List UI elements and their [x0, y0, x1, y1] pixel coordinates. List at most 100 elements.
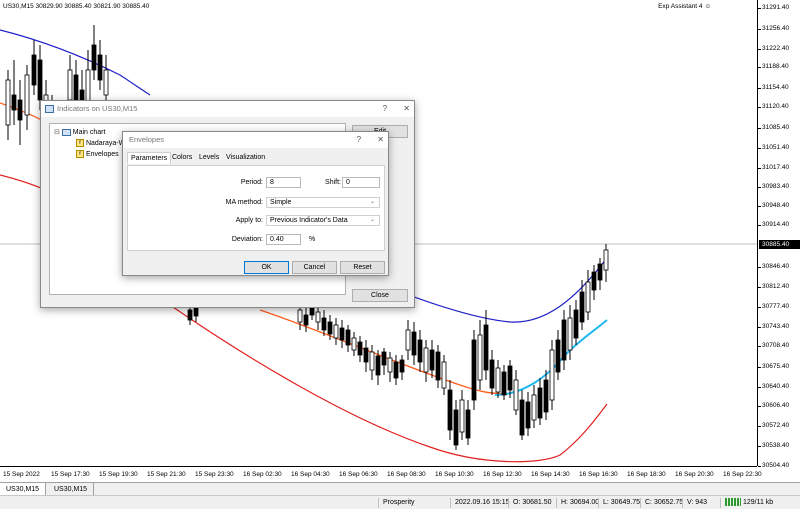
candle — [11, 60, 17, 125]
candle — [585, 270, 591, 320]
price-label: 31256.40 — [762, 25, 790, 32]
tab-colors[interactable]: Colors — [169, 152, 195, 163]
envelopes-dialog-title: Envelopes — [129, 135, 165, 144]
expert-advisor-label: Exp Assistant 4 ☺ — [658, 3, 711, 10]
candle — [357, 336, 363, 362]
price-label: 30640.40 — [762, 383, 790, 390]
candle — [471, 330, 477, 410]
time-label: 15 Sep 23:30 — [195, 471, 234, 478]
candle — [435, 345, 441, 388]
candle — [31, 40, 37, 95]
candle — [549, 340, 555, 410]
expert-name: Exp Assistant 4 — [658, 3, 703, 10]
price-label: 31188.40 — [762, 63, 789, 70]
candle — [103, 55, 109, 105]
candle — [573, 300, 579, 345]
close-icon[interactable]: ✕ — [403, 101, 410, 117]
time-axis[interactable]: 15 Sep 2022 15 Sep 17:30 15 Sep 19:30 15 Se… — [0, 466, 762, 482]
status-profile[interactable]: Prosperity — [378, 498, 415, 508]
traffic-value: 129/11 kb — [742, 499, 774, 506]
cancel-button[interactable]: Cancel — [292, 261, 337, 274]
reset-button[interactable]: Reset — [340, 261, 385, 274]
envelopes-tab-bar: Parameters Colors Levels Visualization — [127, 152, 385, 165]
apply-to-value: Previous Indicator's Data — [270, 217, 348, 224]
candle — [429, 340, 435, 378]
tree-root[interactable]: ⊟ Main chart — [54, 128, 105, 136]
chevron-down-icon: ⌄ — [369, 199, 375, 205]
candle — [501, 365, 507, 400]
tab-visualization[interactable]: Visualization — [223, 152, 268, 163]
price-label: 31120.40 — [762, 103, 789, 110]
candle — [477, 320, 483, 390]
tab-parameters[interactable]: Parameters — [127, 152, 172, 164]
status-traffic: 129/11 kb — [720, 498, 800, 508]
tree-item-label: Nadaraya-W — [85, 139, 126, 147]
collapse-icon[interactable]: ⊟ — [54, 129, 60, 136]
indicators-dialog-title-bar[interactable]: Indicators on US30,M15 ? ✕ — [41, 101, 414, 117]
time-label: 16 Sep 08:30 — [387, 471, 426, 478]
ma-method-select[interactable]: Simple ⌄ — [266, 197, 380, 208]
envelopes-dialog: Envelopes ? ✕ Parameters Colors Levels V… — [122, 131, 389, 276]
price-label: 31085.40 — [762, 124, 790, 131]
envelopes-dialog-title-bar[interactable]: Envelopes ? ✕ — [123, 132, 388, 148]
close-icon[interactable]: ✕ — [377, 132, 384, 148]
candle — [591, 265, 597, 300]
custom-indicator-icon: f — [76, 139, 84, 147]
close-button[interactable]: Close — [352, 289, 408, 302]
price-tick — [758, 88, 761, 89]
tab-levels[interactable]: Levels — [196, 152, 222, 163]
candle — [339, 320, 345, 348]
candle — [603, 244, 609, 282]
price-tick — [758, 446, 761, 447]
time-label: 16 Sep 10:30 — [435, 471, 474, 478]
candle — [315, 305, 321, 330]
candle — [369, 345, 375, 380]
price-label: 30983.40 — [762, 183, 790, 190]
period-label: Period: — [240, 179, 263, 186]
price-tick — [758, 148, 761, 149]
price-label: 30504.40 — [762, 462, 790, 469]
candle — [561, 310, 567, 370]
deviation-input[interactable]: 0.40 — [266, 234, 301, 245]
candle — [393, 355, 399, 385]
candle — [513, 370, 519, 415]
period-input[interactable]: 8 — [266, 177, 301, 188]
candle — [453, 400, 459, 450]
indicators-window-icon — [45, 105, 54, 113]
indicators-dialog-title: Indicators on US30,M15 — [57, 104, 138, 113]
price-axis[interactable]: 31291.40 31256.40 31222.40 31188.40 31154.40… — [757, 0, 800, 469]
time-label: 16 Sep 22:30 — [723, 471, 762, 478]
deviation-label: Deviation: — [231, 236, 263, 243]
candle — [555, 330, 561, 380]
candle — [423, 340, 429, 382]
status-open: O: 30681.50 — [508, 498, 552, 508]
ok-button[interactable]: OK — [244, 261, 289, 274]
price-tick — [758, 367, 761, 368]
time-label: 15 Sep 21:30 — [147, 471, 186, 478]
candle — [495, 360, 501, 398]
help-button[interactable]: ? — [357, 132, 361, 148]
candle — [441, 355, 447, 395]
candle — [579, 280, 585, 330]
price-tick — [758, 287, 761, 288]
price-label: 31154.40 — [762, 84, 789, 91]
price-tick — [758, 168, 761, 169]
chart-header: US30,M15 30829.90 30885.40 30821.90 3088… — [3, 3, 150, 10]
chevron-down-icon: ⌄ — [369, 217, 375, 223]
shift-input[interactable]: 0 — [342, 177, 380, 188]
candle — [465, 400, 471, 445]
candle — [24, 65, 30, 130]
apply-to-select[interactable]: Previous Indicator's Data ⌄ — [266, 215, 380, 226]
time-label: 15 Sep 2022 — [3, 471, 40, 478]
price-tick — [758, 49, 761, 50]
tree-item-nadaraya[interactable]: f Nadaraya-W — [76, 139, 125, 147]
candle — [303, 305, 309, 332]
price-tick — [758, 225, 761, 226]
candle — [597, 258, 603, 290]
candle — [447, 380, 453, 440]
status-volume: V: 943 — [682, 498, 707, 508]
candle — [405, 320, 411, 360]
tree-item-envelopes[interactable]: f Envelopes — [76, 150, 119, 158]
chart-tab-bar: US30,M15 US30,M15 — [0, 482, 800, 496]
help-button[interactable]: ? — [383, 101, 387, 117]
